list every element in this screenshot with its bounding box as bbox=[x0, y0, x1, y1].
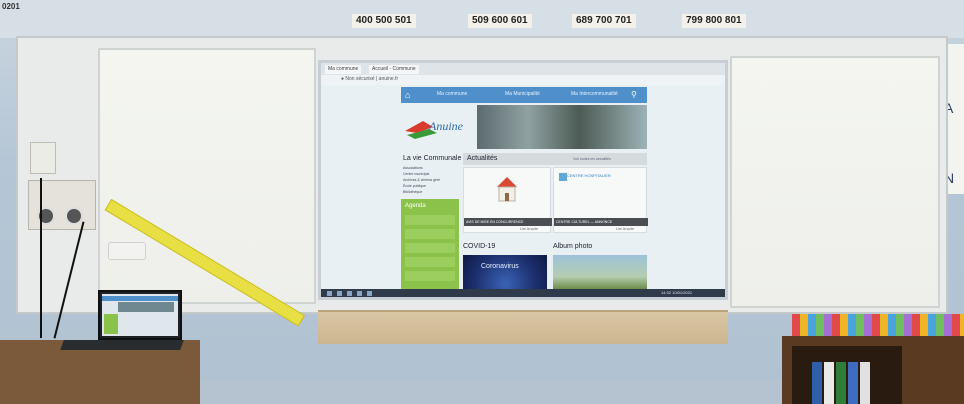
nav-item-municipalite[interactable]: Ma Municipalité bbox=[505, 91, 540, 97]
agenda-item[interactable] bbox=[405, 215, 455, 225]
floor bbox=[200, 380, 782, 404]
vie-link[interactable]: Associations bbox=[403, 166, 423, 170]
vie-communale-title: La vie Communale bbox=[403, 155, 462, 162]
whiteboard-right-panel bbox=[730, 56, 940, 308]
binder bbox=[812, 362, 822, 404]
number-card-1: 400 500 501 bbox=[352, 14, 416, 28]
number-card-2: 509 600 601 bbox=[468, 14, 532, 28]
actualites-all-link[interactable]: Voir toutes les actualités bbox=[573, 157, 611, 161]
start-icon[interactable] bbox=[327, 291, 332, 296]
binder bbox=[824, 362, 834, 404]
agenda-item[interactable] bbox=[405, 229, 455, 239]
bookshelf-compartment bbox=[792, 346, 902, 404]
taskbar-app-icon[interactable] bbox=[347, 291, 352, 296]
covid-title: COVID-19 bbox=[463, 243, 496, 250]
home-icon[interactable]: ⌂ bbox=[405, 90, 415, 100]
browser-tab[interactable]: Ma commune bbox=[325, 65, 362, 74]
colorful-artwork bbox=[792, 314, 964, 336]
light-switch bbox=[30, 142, 56, 174]
corner-label: 0201 bbox=[2, 2, 20, 11]
hospital-logo-text: CENTRE HOSPITALIER bbox=[567, 173, 611, 178]
address-bar-text: ● Non sécurisé | anuine.fr bbox=[341, 76, 399, 82]
vie-link[interactable]: Bibliothèque bbox=[403, 190, 422, 194]
board-tray bbox=[318, 310, 728, 344]
news-card-link[interactable]: Lire la suite bbox=[616, 227, 634, 231]
taskbar-app-icon[interactable] bbox=[367, 291, 372, 296]
browser-tab[interactable]: Accueil - Commune bbox=[369, 65, 419, 74]
projected-screen: Ma commune Accueil - Commune ● Non sécur… bbox=[318, 60, 728, 300]
agenda-item[interactable] bbox=[405, 271, 455, 281]
hero-photo bbox=[477, 105, 647, 149]
binder bbox=[836, 362, 846, 404]
taskbar-clock: 14:32 10/01/2021 bbox=[661, 290, 693, 295]
taskbar-app-icon[interactable] bbox=[357, 291, 362, 296]
agenda-title: Agenda bbox=[405, 203, 426, 209]
number-card-4: 799 800 801 bbox=[682, 14, 746, 28]
taskbar-app-icon[interactable] bbox=[337, 291, 342, 296]
agenda-item[interactable] bbox=[405, 243, 455, 253]
vie-link[interactable]: Centre municipal bbox=[403, 172, 429, 176]
binder bbox=[860, 362, 870, 404]
laptop-site-nav bbox=[102, 296, 178, 301]
coronavirus-image-text: Coronavirus bbox=[481, 263, 519, 270]
board-eraser bbox=[108, 242, 146, 260]
hospital-cross-icon bbox=[559, 173, 567, 181]
agenda-item[interactable] bbox=[405, 257, 455, 267]
laptop-agenda-panel bbox=[104, 314, 118, 334]
binder bbox=[848, 362, 858, 404]
news-card-caption: CENTRE CULTUREL — ANNONCE bbox=[554, 218, 648, 226]
vie-link[interactable]: École publique bbox=[403, 184, 426, 188]
search-icon[interactable]: ⚲ bbox=[631, 90, 641, 100]
actualites-title: Actualités bbox=[467, 155, 498, 162]
house-icon bbox=[497, 177, 517, 202]
socket-icon bbox=[65, 207, 83, 225]
number-card-3: 689 700 701 bbox=[572, 14, 636, 28]
laptop-keyboard bbox=[60, 340, 184, 350]
laptop-hero bbox=[118, 302, 174, 312]
site-logo-text: Anuine bbox=[429, 119, 463, 133]
news-card-caption: AVIS DE MISE EN CONCURRENCE bbox=[464, 218, 552, 226]
power-outlets bbox=[28, 180, 96, 230]
vie-link[interactable]: Archives & cinéma géré bbox=[403, 178, 440, 182]
nav-item-intercommunalite[interactable]: Ma Intercommunalité bbox=[571, 91, 618, 97]
nav-item-ma-commune[interactable]: Ma commune bbox=[437, 91, 467, 97]
album-photo-title: Album photo bbox=[553, 243, 593, 250]
cable bbox=[40, 178, 42, 338]
news-card-link[interactable]: Lire la suite bbox=[520, 227, 538, 231]
